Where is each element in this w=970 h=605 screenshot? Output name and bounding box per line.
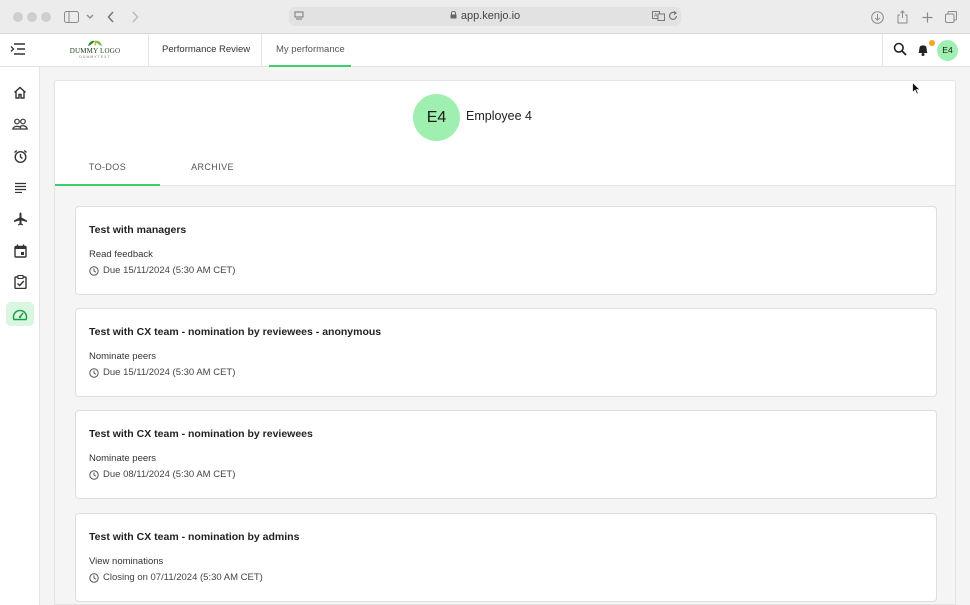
todo-action: Nominate peers xyxy=(89,351,157,362)
active-tab-indicator xyxy=(269,65,351,67)
todo-card[interactable]: Test with CX team - nomination by review… xyxy=(75,308,937,397)
sidebar-item-attendance[interactable] xyxy=(6,144,34,168)
divider xyxy=(261,34,262,67)
alarm-clock-icon xyxy=(13,149,27,163)
tab-my-performance[interactable]: My performance xyxy=(269,34,351,67)
todo-action: Read feedback xyxy=(89,249,153,260)
lock-icon xyxy=(450,11,457,19)
todo-due-text: Closing on 07/11/2024 (5:30 AM CET) xyxy=(103,572,263,583)
back-icon[interactable] xyxy=(105,8,117,26)
svg-text:A: A xyxy=(654,13,658,19)
todo-due: Due 08/11/2024 (5:30 AM CET) xyxy=(89,469,235,480)
share-icon[interactable] xyxy=(895,8,909,26)
todo-due: Due 15/11/2024 (5:30 AM CET) xyxy=(89,367,235,378)
list-icon xyxy=(14,182,26,193)
performance-gauge-icon xyxy=(12,309,28,320)
menu-collapse-icon[interactable] xyxy=(10,42,28,58)
chevron-down-icon[interactable] xyxy=(85,8,95,26)
people-icon xyxy=(12,118,28,130)
sidebar-item-home[interactable] xyxy=(6,80,34,104)
sidebar-toggle-icon[interactable] xyxy=(63,8,79,26)
todo-due: Closing on 07/11/2024 (5:30 AM CET) xyxy=(89,572,263,583)
left-sidebar xyxy=(0,67,40,605)
clock-icon xyxy=(89,265,99,276)
todo-due-text: Due 15/11/2024 (5:30 AM CET) xyxy=(103,367,236,378)
logo-leaf-icon xyxy=(88,40,102,46)
performance-review-link[interactable]: Performance Review xyxy=(162,44,250,55)
sidebar-item-time-off[interactable] xyxy=(6,207,34,231)
download-icon[interactable] xyxy=(870,8,884,26)
reload-icon[interactable] xyxy=(667,9,679,23)
clock-icon xyxy=(89,572,99,583)
search-icon[interactable] xyxy=(893,42,909,58)
to-dos-list: Test with managers Read feedback Due 15/… xyxy=(55,186,955,604)
checklist-icon xyxy=(13,275,27,289)
user-avatar[interactable]: E4 xyxy=(937,40,958,61)
window-maximize-button[interactable] xyxy=(41,12,51,22)
app-header: DUMMY LOGO DUMMYTEXT Performance Review … xyxy=(0,34,970,67)
mouse-cursor-icon xyxy=(912,82,921,95)
calendar-icon xyxy=(13,244,27,258)
address-bar[interactable]: app.kenjo.io A xyxy=(289,7,681,26)
todo-card[interactable]: Test with CX team - nomination by review… xyxy=(75,410,937,499)
url-text: app.kenjo.io xyxy=(289,10,681,22)
my-performance-panel: E4 Employee 4 TO-DOS ARCHIVE Test with m… xyxy=(54,80,956,605)
sidebar-item-calendar[interactable] xyxy=(6,239,34,263)
logo-subtext: DUMMYTEXT xyxy=(79,55,111,59)
tab-archive[interactable]: ARCHIVE xyxy=(160,149,265,186)
airplane-icon xyxy=(13,212,27,226)
tab-my-performance-label: My performance xyxy=(276,44,345,55)
notification-badge xyxy=(929,40,935,46)
new-tab-icon[interactable] xyxy=(920,8,934,26)
sidebar-item-people[interactable] xyxy=(6,112,34,136)
employee-avatar: E4 xyxy=(413,94,460,141)
window-close-button[interactable] xyxy=(13,12,23,22)
todo-title: Test with CX team - nomination by admins xyxy=(89,531,300,543)
todo-due-text: Due 15/11/2024 (5:30 AM CET) xyxy=(103,265,236,276)
tab-to-dos[interactable]: TO-DOS xyxy=(55,149,160,186)
window-minimize-button[interactable] xyxy=(27,12,37,22)
company-logo[interactable]: DUMMY LOGO DUMMYTEXT xyxy=(66,39,124,63)
sidebar-item-tasks[interactable] xyxy=(6,270,34,294)
clock-icon xyxy=(89,469,99,480)
divider xyxy=(148,34,149,67)
todo-due-text: Due 08/11/2024 (5:30 AM CET) xyxy=(103,469,236,480)
todo-due: Due 15/11/2024 (5:30 AM CET) xyxy=(89,265,235,276)
todo-title: Test with managers xyxy=(89,224,187,236)
todo-card[interactable]: Test with managers Read feedback Due 15/… xyxy=(75,206,937,295)
translate-icon[interactable]: A xyxy=(651,9,665,23)
sidebar-item-performance[interactable] xyxy=(6,302,34,326)
clock-icon xyxy=(89,367,99,378)
todo-title: Test with CX team - nomination by review… xyxy=(89,326,382,338)
divider xyxy=(882,34,883,67)
home-icon xyxy=(14,86,26,99)
employee-name: Employee 4 xyxy=(466,109,533,123)
sidebar-item-documents[interactable] xyxy=(6,175,34,199)
todo-action: Nominate peers xyxy=(89,453,157,464)
forward-icon[interactable] xyxy=(129,8,141,26)
todo-card[interactable]: Test with CX team - nomination by admins… xyxy=(75,513,937,602)
tab-overview-icon[interactable] xyxy=(944,8,958,26)
todo-title: Test with CX team - nomination by review… xyxy=(89,428,313,440)
tabs-bar: TO-DOS ARCHIVE xyxy=(55,149,955,186)
todo-action: View nominations xyxy=(89,556,164,567)
browser-toolbar: app.kenjo.io A xyxy=(0,0,970,34)
logo-text: DUMMY LOGO xyxy=(69,47,121,55)
